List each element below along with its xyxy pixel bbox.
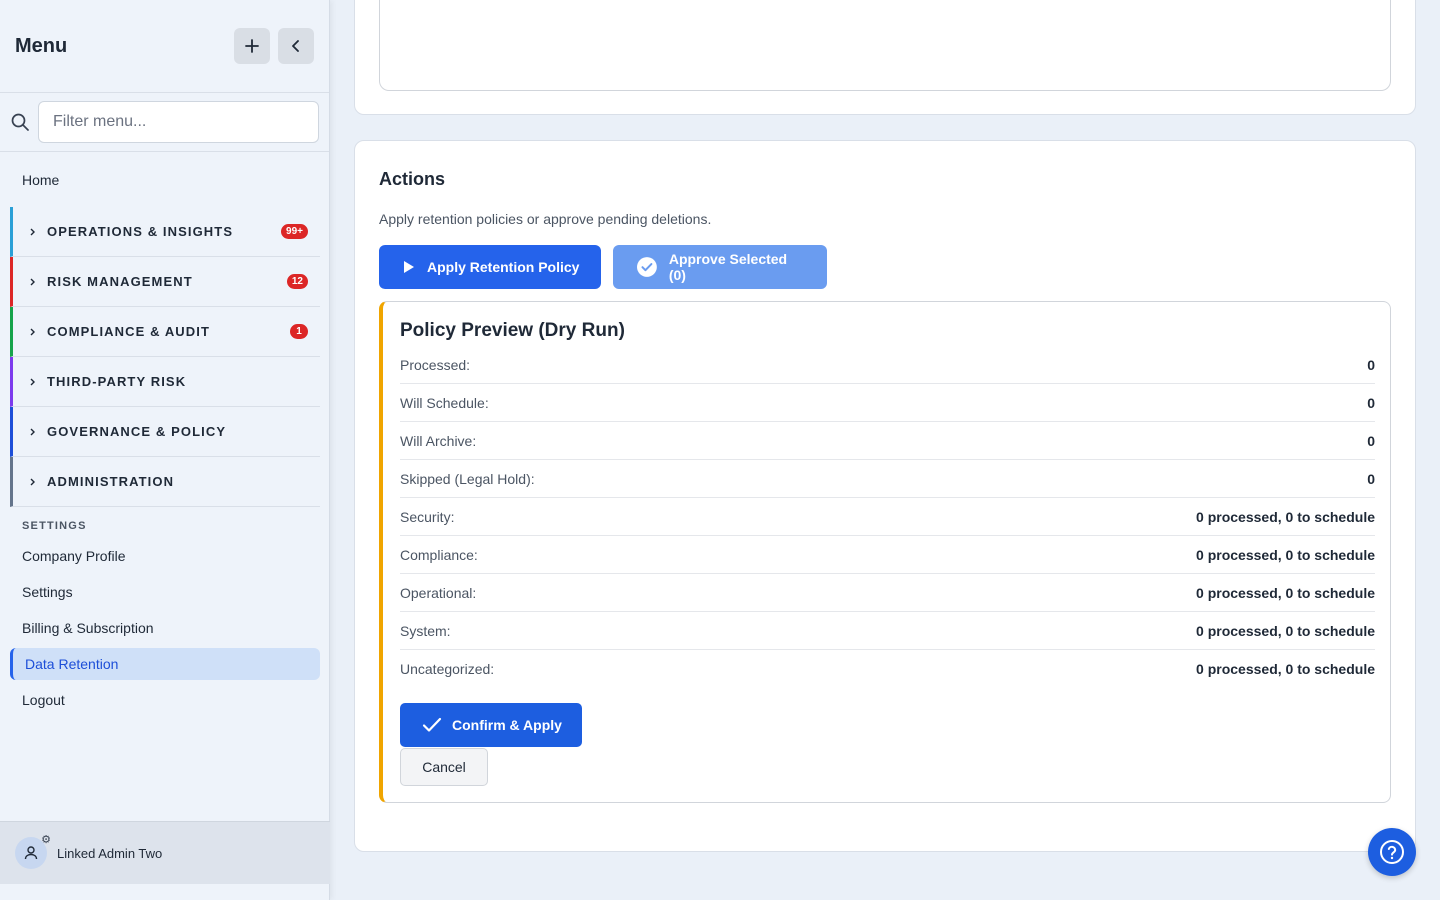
plus-icon [245, 39, 259, 53]
chevron-right-icon [30, 278, 35, 285]
stat-label: Skipped (Legal Hold): [400, 470, 535, 487]
chevron-right-icon [30, 228, 35, 235]
chevron-right-icon [30, 478, 35, 485]
stat-value: 0 processed, 0 to schedule [1196, 546, 1375, 563]
sidebar: Menu Home OPERATIONS & INSIGHTS 99+ RISK… [0, 0, 330, 900]
stat-row: Will Schedule: 0 [400, 384, 1375, 422]
count-badge: 12 [286, 274, 308, 289]
confirm-apply-button[interactable]: Confirm & Apply [400, 703, 582, 747]
nav-data-retention[interactable]: Data Retention [10, 648, 320, 680]
preview-stats: Processed: 0 Will Schedule: 0 Will Archive… [400, 346, 1375, 688]
confirm-apply-label: Confirm & Apply [452, 717, 562, 733]
previous-card-panel [379, 0, 1391, 91]
nav-logout[interactable]: Logout [0, 682, 329, 718]
chevron-right-icon [30, 428, 35, 435]
check-circle-icon [637, 257, 657, 277]
stat-value: 0 processed, 0 to schedule [1196, 622, 1375, 639]
collapse-sidebar-button[interactable] [278, 28, 314, 64]
add-button[interactable] [234, 28, 270, 64]
help-icon [1380, 840, 1404, 864]
actions-description: Apply retention policies or approve pend… [379, 211, 712, 227]
nav-settings[interactable]: Settings [0, 574, 329, 610]
stat-row: Processed: 0 [400, 346, 1375, 384]
previous-card [354, 0, 1416, 115]
stat-row: Compliance: 0 processed, 0 to schedule [400, 536, 1375, 574]
stat-value: 0 [1367, 432, 1375, 449]
nav-group-label: GOVERNANCE & POLICY [47, 424, 227, 439]
stat-row: Uncategorized: 0 processed, 0 to schedule [400, 650, 1375, 688]
stat-value: 0 processed, 0 to schedule [1196, 661, 1375, 677]
nav-home[interactable]: Home [0, 152, 329, 207]
help-button[interactable] [1368, 828, 1416, 876]
cancel-button[interactable]: Cancel [400, 748, 488, 786]
stat-value: 0 processed, 0 to schedule [1196, 584, 1375, 601]
stat-label: Will Archive: [400, 432, 477, 449]
chevron-right-icon [30, 328, 35, 335]
menu-search [0, 93, 329, 152]
settings-section-label: SETTINGS [22, 520, 87, 532]
actions-card: Actions Apply retention policies or appr… [354, 140, 1416, 852]
stat-label: Will Schedule: [400, 394, 489, 411]
stat-label: Security: [400, 508, 455, 525]
apply-retention-policy-label: Apply Retention Policy [427, 259, 580, 275]
stat-label: Uncategorized: [400, 661, 495, 677]
nav-group-label: RISK MANAGEMENT [47, 274, 193, 289]
approve-selected-button[interactable]: Approve Selected (0) [613, 245, 827, 289]
avatar: ⚙ [15, 834, 51, 869]
nav-group-third-party[interactable]: THIRD-PARTY RISK [10, 357, 320, 407]
stat-row: System: 0 processed, 0 to schedule [400, 612, 1375, 650]
user-name: Linked Admin Two [57, 845, 163, 861]
stat-label: System: [400, 622, 451, 639]
approve-selected-label: Approve Selected (0) [668, 251, 788, 283]
search-icon [11, 113, 29, 131]
nav-group-compliance[interactable]: COMPLIANCE & AUDIT 1 [10, 307, 320, 357]
user-icon [24, 846, 38, 860]
nav-group-operations[interactable]: OPERATIONS & INSIGHTS 99+ [10, 207, 320, 257]
stat-value: 0 [1367, 394, 1375, 411]
stat-row: Operational: 0 processed, 0 to schedule [400, 574, 1375, 612]
check-icon [422, 717, 442, 732]
nav-group-risk[interactable]: RISK MANAGEMENT 12 [10, 257, 320, 307]
nav-group-label: COMPLIANCE & AUDIT [47, 324, 211, 339]
play-icon [404, 261, 414, 273]
nav-group-label: OPERATIONS & INSIGHTS [47, 224, 234, 239]
policy-preview-title: Policy Preview (Dry Run) [400, 320, 625, 341]
sidebar-header: Menu [0, 0, 329, 93]
nav-group-governance[interactable]: GOVERNANCE & POLICY [10, 407, 320, 457]
gear-icon: ⚙ [41, 834, 51, 846]
nav-group-label: THIRD-PARTY RISK [47, 374, 187, 389]
nav-company-profile[interactable]: Company Profile [0, 538, 329, 574]
sidebar-title: Menu [15, 34, 68, 57]
nav-billing[interactable]: Billing & Subscription [0, 610, 329, 646]
stat-value: 0 processed, 0 to schedule [1196, 508, 1375, 525]
actions-title: Actions [379, 169, 446, 189]
user-profile[interactable]: ⚙ Linked Admin Two [0, 821, 330, 884]
filter-menu-input[interactable] [38, 101, 319, 143]
nav-group-administration[interactable]: ADMINISTRATION [10, 457, 320, 507]
nav-group-label: ADMINISTRATION [47, 474, 175, 489]
stat-value: 0 [1367, 470, 1375, 487]
chevron-right-icon [30, 378, 35, 385]
count-badge: 99+ [281, 224, 308, 239]
stat-row: Security: 0 processed, 0 to schedule [400, 498, 1375, 536]
policy-preview-panel: Policy Preview (Dry Run) Processed: 0 Wil… [379, 301, 1391, 803]
apply-retention-policy-button[interactable]: Apply Retention Policy [379, 245, 601, 289]
count-badge: 1 [290, 324, 308, 339]
stat-value: 0 [1367, 356, 1375, 373]
stat-label: Compliance: [400, 546, 478, 563]
chevron-left-icon [292, 40, 299, 52]
stat-row: Will Archive: 0 [400, 422, 1375, 460]
stat-label: Processed: [400, 356, 471, 373]
stat-row: Skipped (Legal Hold): 0 [400, 460, 1375, 498]
stat-label: Operational: [400, 584, 477, 601]
